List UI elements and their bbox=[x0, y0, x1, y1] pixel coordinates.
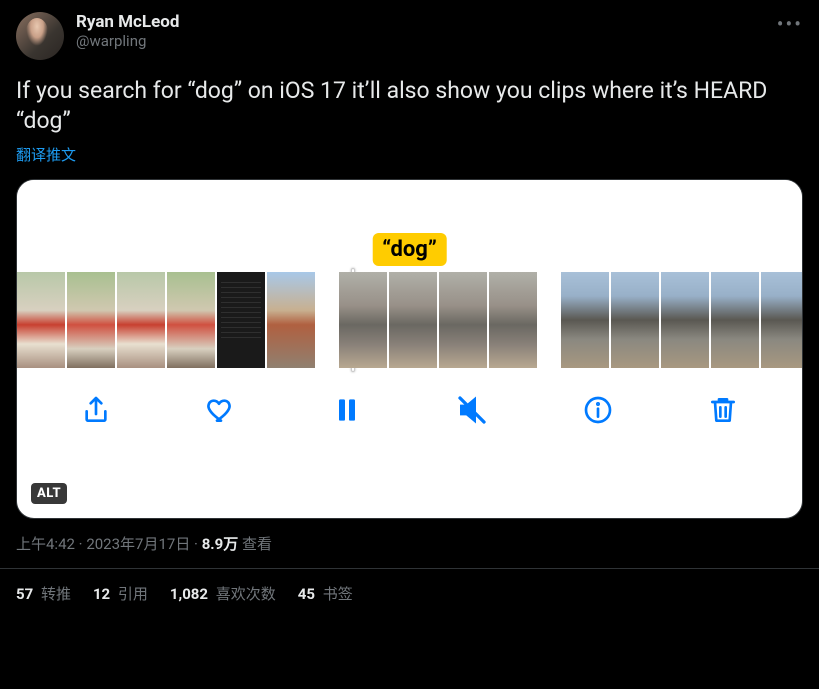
clip-thumb bbox=[711, 272, 759, 368]
tweet-text: If you search for “dog” on iOS 17 it’ll … bbox=[16, 76, 803, 136]
clip-thumb bbox=[217, 272, 265, 368]
clip-group-2 bbox=[339, 272, 537, 368]
display-name: Ryan McLeod bbox=[76, 12, 179, 32]
tweet-meta: 上午4:42 · 2023年7月17日 · 8.9万 查看 bbox=[16, 533, 803, 554]
pause-icon[interactable] bbox=[329, 392, 365, 428]
info-icon[interactable] bbox=[580, 392, 616, 428]
media-card[interactable]: “dog” bbox=[16, 179, 803, 519]
media-top-area: “dog” bbox=[17, 180, 802, 272]
views-count: 8.9万 bbox=[202, 535, 239, 553]
caption-highlight: “dog” bbox=[372, 233, 447, 266]
clip-thumb bbox=[389, 272, 437, 368]
clip-group-3 bbox=[561, 272, 803, 368]
avatar[interactable] bbox=[16, 12, 64, 60]
stat-bookmarks[interactable]: 45 书签 bbox=[298, 583, 353, 604]
clip-thumb bbox=[661, 272, 709, 368]
user-handle: @warpling bbox=[76, 32, 179, 50]
tweet-container: Ryan McLeod @warpling ••• If you search … bbox=[0, 0, 819, 604]
clip-thumb bbox=[339, 272, 387, 368]
clip-thumb bbox=[167, 272, 215, 368]
clip-thumb bbox=[561, 272, 609, 368]
video-timeline[interactable] bbox=[17, 272, 802, 368]
tweet-time[interactable]: 上午4:42 bbox=[16, 535, 75, 553]
clip-thumb bbox=[67, 272, 115, 368]
clip-thumb bbox=[611, 272, 659, 368]
tweet-header: Ryan McLeod @warpling bbox=[16, 12, 803, 60]
media-toolbar bbox=[17, 368, 802, 456]
clip-group-1 bbox=[17, 272, 315, 368]
translate-link[interactable]: 翻译推文 bbox=[16, 144, 76, 165]
tweet-date[interactable]: 2023年7月17日 bbox=[86, 535, 190, 553]
stat-quotes[interactable]: 12 引用 bbox=[93, 583, 148, 604]
stat-retweets[interactable]: 57 转推 bbox=[16, 583, 71, 604]
stat-likes[interactable]: 1,082 喜欢次数 bbox=[170, 583, 276, 604]
clip-thumb bbox=[17, 272, 65, 368]
mute-icon[interactable] bbox=[454, 392, 490, 428]
clip-thumb bbox=[761, 272, 803, 368]
more-icon[interactable]: ••• bbox=[777, 12, 803, 36]
clip-thumb bbox=[117, 272, 165, 368]
clip-thumb bbox=[439, 272, 487, 368]
tweet-stats: 57 转推 12 引用 1,082 喜欢次数 45 书签 bbox=[16, 583, 803, 604]
alt-badge[interactable]: ALT bbox=[31, 483, 67, 504]
views-label: 查看 bbox=[238, 535, 272, 553]
share-icon[interactable] bbox=[78, 392, 114, 428]
clip-thumb bbox=[489, 272, 537, 368]
user-name-block[interactable]: Ryan McLeod @warpling bbox=[76, 12, 179, 50]
clip-thumb bbox=[267, 272, 315, 368]
heart-icon[interactable] bbox=[203, 392, 239, 428]
trash-icon[interactable] bbox=[705, 392, 741, 428]
divider bbox=[0, 568, 819, 569]
